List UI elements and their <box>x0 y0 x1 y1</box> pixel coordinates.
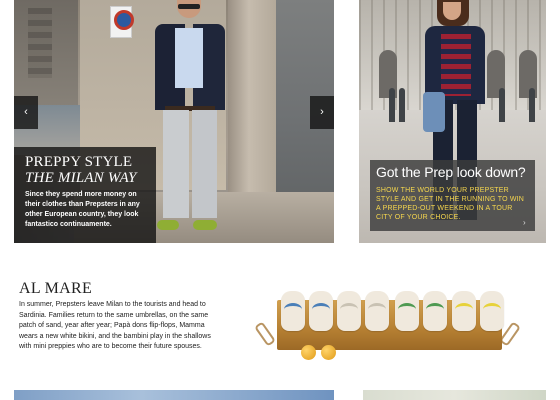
sunglasses-icon <box>178 4 200 9</box>
model-head <box>177 0 201 18</box>
flipflop <box>423 291 447 331</box>
chinos <box>163 110 217 218</box>
hero-right-title: Got the Prep look down? <box>376 164 526 180</box>
hero-right-body: SHOW THE WORLD YOUR PREPSTER STYLE AND G… <box>376 187 525 221</box>
flipflop <box>480 291 504 331</box>
shirt <box>175 28 203 88</box>
crowd-figure <box>529 88 535 122</box>
crowd-figure <box>389 88 395 122</box>
flipflop <box>452 291 476 331</box>
striped-sweater <box>441 34 471 96</box>
tied-shirt <box>423 92 445 132</box>
flipflop <box>309 291 333 331</box>
flipflop <box>337 291 361 331</box>
flipflop <box>281 291 305 331</box>
chevron-right-icon: › <box>320 106 324 118</box>
model-figure <box>151 0 231 243</box>
next-row-image-left[interactable] <box>14 390 334 400</box>
article-body: In summer, Prepsters leave Milan to the … <box>19 301 211 351</box>
crowd-figure <box>499 88 505 122</box>
chevron-right-icon[interactable]: › <box>523 218 526 227</box>
carousel-prev-button[interactable]: ‹ <box>14 96 38 129</box>
hero-left-title: PREPPY STYLE <box>25 154 133 170</box>
shoe-left <box>157 220 179 230</box>
hero-left-body: Since they spend more money on their clo… <box>25 191 140 228</box>
carousel-next-button[interactable]: › <box>310 96 334 129</box>
article-title: AL MARE <box>19 280 93 297</box>
model-face <box>443 2 461 20</box>
hero-left-subtitle: THE MILAN WAY <box>25 170 137 186</box>
flipflop <box>365 291 389 331</box>
flipflop <box>395 291 419 331</box>
chevron-left-icon: ‹ <box>24 106 28 118</box>
hero-left-caption[interactable]: PREPPY STYLE THE MILAN WAY Since they sp… <box>14 147 156 243</box>
street-sign-icon <box>110 6 134 38</box>
rack-handle <box>254 321 276 347</box>
hero-right-caption[interactable]: Got the Prep look down? SHOW THE WORLD Y… <box>370 160 535 231</box>
ball <box>301 345 316 360</box>
background-doorway <box>228 0 280 205</box>
crowd-figure <box>399 88 405 122</box>
shoe-right <box>193 220 217 230</box>
ball <box>321 345 336 360</box>
map-thumbnail[interactable] <box>363 390 546 400</box>
